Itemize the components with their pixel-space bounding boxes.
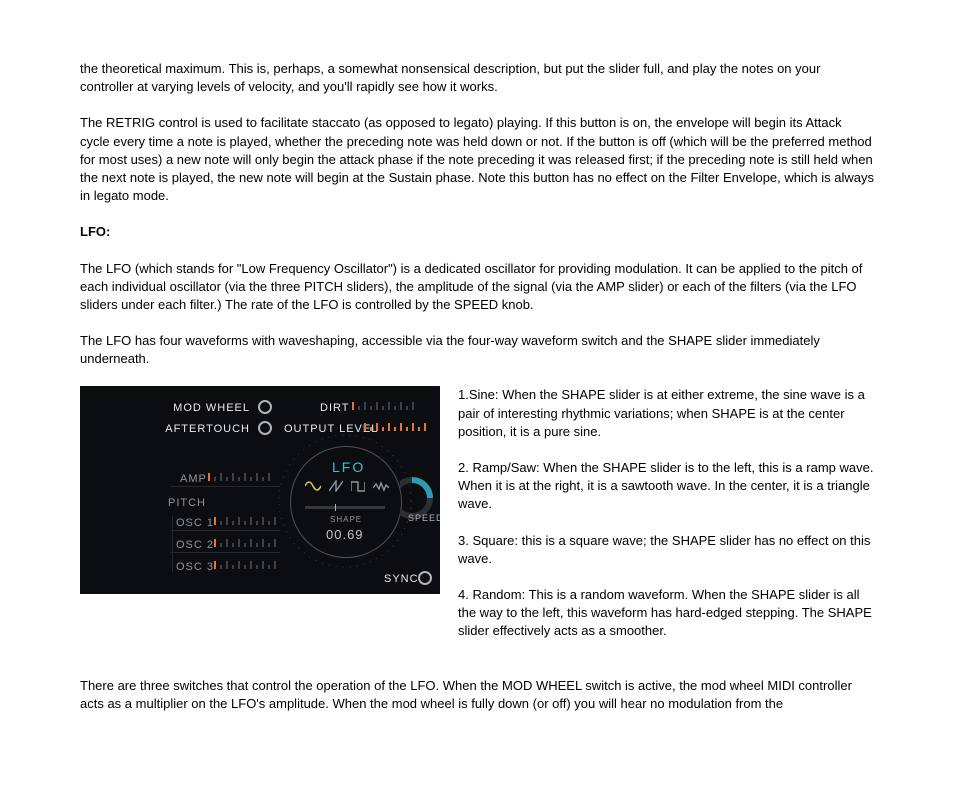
body-paragraph: The LFO has four waveforms with waveshap… bbox=[80, 332, 874, 368]
sync-toggle[interactable] bbox=[418, 571, 432, 585]
section-heading-lfo: LFO: bbox=[80, 223, 874, 241]
random-icon bbox=[373, 480, 389, 492]
output-level-slider[interactable] bbox=[364, 421, 426, 431]
list-item: 3. Square: this is a square wave; the SH… bbox=[458, 532, 874, 568]
body-paragraph: The LFO (which stands for "Low Frequency… bbox=[80, 260, 874, 315]
sine-icon bbox=[305, 480, 321, 492]
ramp-icon bbox=[329, 480, 343, 492]
dirt-slider[interactable] bbox=[352, 400, 414, 410]
list-item: 4. Random: This is a random waveform. Wh… bbox=[458, 586, 874, 641]
lfo-panel-figure: MOD WHEEL AFTERTOUCH DIRT OUTPUT LEVEL A… bbox=[80, 386, 440, 658]
body-paragraph: The RETRIG control is used to facilitate… bbox=[80, 114, 874, 205]
pitch-label: PITCH bbox=[168, 496, 206, 511]
dirt-label: DIRT bbox=[320, 401, 349, 416]
shape-value: 00.69 bbox=[326, 526, 364, 544]
lfo-waveform-switch[interactable] bbox=[305, 480, 389, 492]
speed-label: SPEED bbox=[408, 512, 440, 525]
aftertouch-label: AFTERTOUCH bbox=[165, 422, 250, 437]
lfo-title: LFO bbox=[332, 458, 365, 478]
aftertouch-toggle[interactable] bbox=[258, 421, 272, 435]
shape-slider[interactable] bbox=[305, 506, 385, 509]
osc3-slider[interactable] bbox=[214, 559, 276, 569]
list-item: 2. Ramp/Saw: When the SHAPE slider is to… bbox=[458, 459, 874, 514]
osc1-slider[interactable] bbox=[214, 515, 276, 525]
square-icon bbox=[351, 480, 365, 492]
body-paragraph: There are three switches that control th… bbox=[80, 677, 874, 713]
list-item: 1.Sine: When the SHAPE slider is at eith… bbox=[458, 386, 874, 441]
osc2-slider[interactable] bbox=[214, 537, 276, 547]
amp-slider[interactable] bbox=[208, 471, 270, 481]
sync-label: SYNC bbox=[384, 572, 419, 587]
osc3-label: OSC 3 bbox=[176, 560, 214, 575]
body-paragraph: the theoretical maximum. This is, perhap… bbox=[80, 60, 874, 96]
mod-wheel-toggle[interactable] bbox=[258, 400, 272, 414]
mod-wheel-label: MOD WHEEL bbox=[173, 401, 250, 416]
shape-label: SHAPE bbox=[330, 514, 362, 525]
